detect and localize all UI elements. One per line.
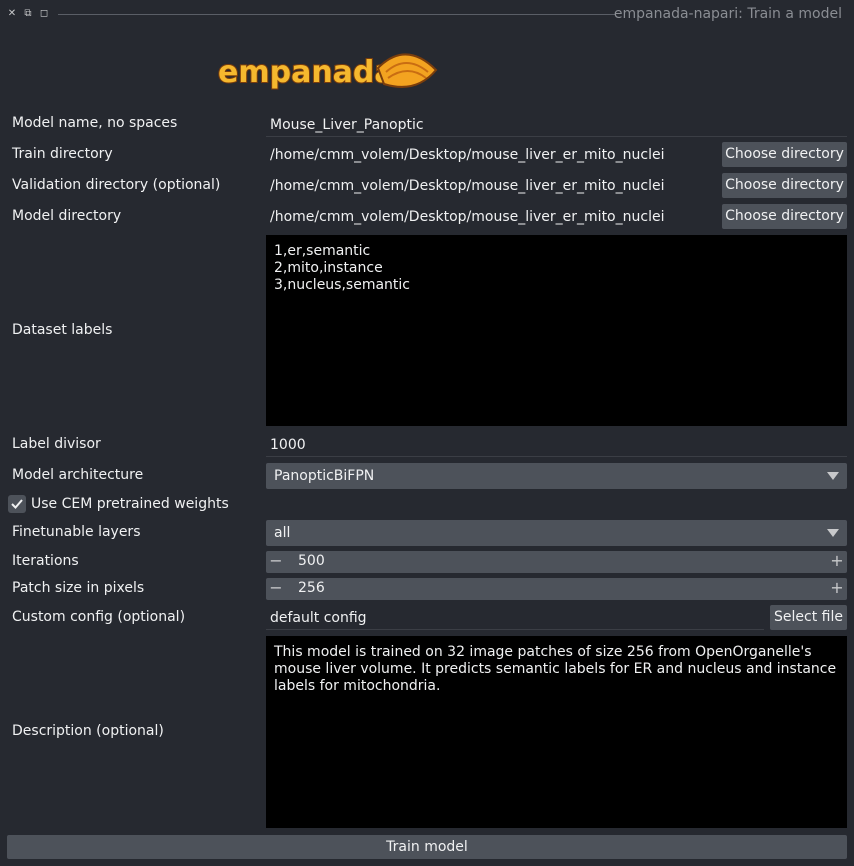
custom-config-input[interactable]: default config xyxy=(266,606,764,630)
model-name-input[interactable]: Mouse_Liver_Panoptic xyxy=(266,113,847,137)
maximize-icon[interactable]: ◻ xyxy=(38,8,50,20)
model-architecture-label: Model architecture xyxy=(12,467,144,483)
iterations-spinbox[interactable]: − 500 + xyxy=(266,551,847,573)
minus-icon[interactable]: − xyxy=(266,551,286,573)
cem-weights-checkbox[interactable] xyxy=(8,495,26,513)
model-directory-input[interactable]: /home/cmm_volem/Desktop/mouse_liver_er_m… xyxy=(266,205,716,229)
iterations-value[interactable]: 500 xyxy=(298,553,325,569)
checkmark-icon xyxy=(11,499,23,509)
model-directory-button[interactable]: Choose directory xyxy=(722,204,847,229)
description-label: Description (optional) xyxy=(12,723,164,739)
model-architecture-select[interactable]: PanopticBiFPN xyxy=(266,463,847,489)
chevron-down-icon xyxy=(827,529,839,537)
patch-size-label: Patch size in pixels xyxy=(12,580,145,596)
window-title: empanada-napari: Train a model xyxy=(613,6,842,22)
validation-directory-button[interactable]: Choose directory xyxy=(722,173,847,198)
description-textarea[interactable]: This model is trained on 32 image patche… xyxy=(266,636,847,828)
model-architecture-value: PanopticBiFPN xyxy=(274,468,375,484)
label-divisor-input[interactable]: 1000 xyxy=(266,433,847,457)
train-directory-input[interactable]: /home/cmm_volem/Desktop/mouse_liver_er_m… xyxy=(266,143,716,167)
title-bar-divider xyxy=(58,14,616,15)
plus-icon[interactable]: + xyxy=(827,551,847,573)
dataset-labels-textarea[interactable]: 1,er,semantic 2,mito,instance 3,nucleus,… xyxy=(266,235,847,426)
minus-icon[interactable]: − xyxy=(266,578,286,600)
dataset-labels-label: Dataset labels xyxy=(12,322,113,338)
validation-directory-input[interactable]: /home/cmm_volem/Desktop/mouse_liver_er_m… xyxy=(266,174,716,198)
logo-text: empanada xyxy=(218,55,395,90)
patch-size-spinbox[interactable]: − 256 + xyxy=(266,578,847,600)
select-file-button[interactable]: Select file xyxy=(770,605,847,630)
cem-weights-label[interactable]: Use CEM pretrained weights xyxy=(31,496,229,512)
chevron-down-icon xyxy=(827,472,839,480)
title-bar: ✕ ⧉ ◻ empanada-napari: Train a model xyxy=(0,0,854,30)
custom-config-label: Custom config (optional) xyxy=(12,609,186,625)
train-model-button[interactable]: Train model xyxy=(7,835,847,859)
train-directory-label: Train directory xyxy=(12,146,113,162)
finetunable-layers-value: all xyxy=(274,525,291,541)
plus-icon[interactable]: + xyxy=(827,578,847,600)
iterations-label: Iterations xyxy=(12,553,79,569)
model-name-label: Model name, no spaces xyxy=(12,115,178,131)
patch-size-value[interactable]: 256 xyxy=(298,580,325,596)
validation-directory-label: Validation directory (optional) xyxy=(12,177,221,193)
label-divisor-label: Label divisor xyxy=(12,436,101,452)
finetunable-layers-select[interactable]: all xyxy=(266,520,847,546)
finetunable-layers-label: Finetunable layers xyxy=(12,524,141,540)
float-icon[interactable]: ⧉ xyxy=(22,8,34,20)
model-directory-label: Model directory xyxy=(12,208,122,224)
train-directory-button[interactable]: Choose directory xyxy=(722,142,847,167)
close-icon[interactable]: ✕ xyxy=(6,8,18,20)
empanada-logo: empanada xyxy=(217,53,438,91)
